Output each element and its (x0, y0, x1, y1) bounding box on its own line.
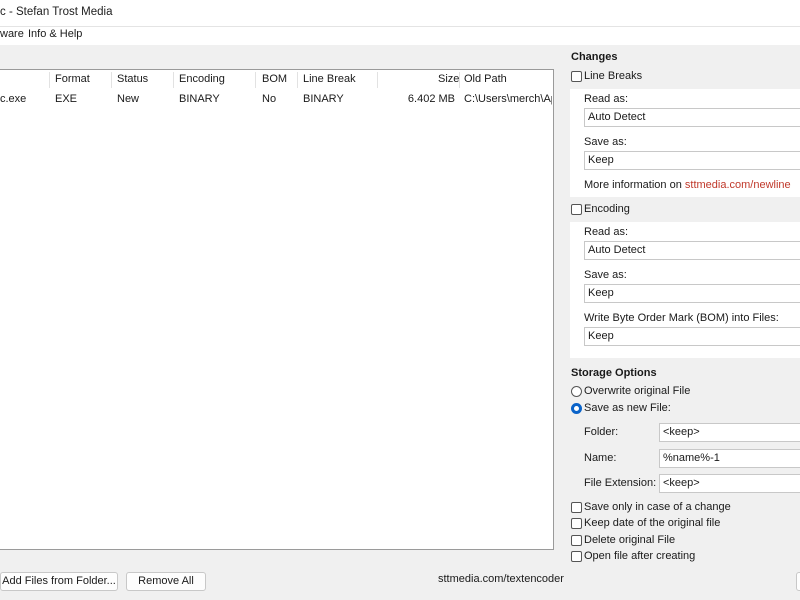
file-extension-input[interactable]: <keep> (659, 474, 800, 493)
newline-link[interactable]: sttmedia.com/newline (685, 179, 791, 191)
save-only-change-checkbox[interactable] (571, 502, 582, 513)
column-separator[interactable] (49, 72, 50, 88)
column-separator[interactable] (173, 72, 174, 88)
window-title: c - Stefan Trost Media (0, 6, 113, 18)
name-input[interactable]: %name%-1 (659, 449, 800, 468)
save-only-change-label[interactable]: Save only in case of a change (584, 501, 731, 513)
cell-status: New (117, 93, 140, 105)
cell-line-break: BINARY (303, 93, 344, 105)
save-new-label[interactable]: Save as new File: (584, 402, 671, 414)
action-button[interactable] (796, 572, 800, 591)
enc-save-as-label: Save as: (584, 269, 627, 281)
folder-label: Folder: (584, 426, 619, 438)
cell-name: c.exe (0, 93, 27, 105)
lb-save-as-label: Save as: (584, 136, 627, 148)
column-status[interactable]: Status (117, 73, 148, 85)
cell-size: 6.402 MB (407, 93, 455, 105)
delete-original-checkbox[interactable] (571, 535, 582, 546)
bom-select[interactable]: Keep (584, 327, 800, 346)
cell-old-path: C:\Users\merch\App (464, 93, 552, 105)
open-after-label[interactable]: Open file after creating (584, 550, 695, 562)
name-label: Name: (584, 452, 617, 464)
cell-encoding: BINARY (179, 93, 220, 105)
delete-original-label[interactable]: Delete original File (584, 534, 675, 546)
menu-bar: ware Info & Help (0, 27, 800, 45)
changes-title: Changes (571, 51, 618, 63)
overwrite-radio[interactable] (571, 386, 582, 397)
add-files-from-folder-button[interactable]: Add Files from Folder... (0, 572, 118, 591)
encoding-label[interactable]: Encoding (584, 203, 630, 215)
storage-options-title: Storage Options (571, 367, 657, 379)
column-bom[interactable]: BOM (262, 73, 287, 85)
column-line-break[interactable]: Line Break (303, 73, 356, 85)
keep-date-label[interactable]: Keep date of the original file (584, 517, 720, 529)
menu-info-help[interactable]: Info & Help (28, 28, 82, 40)
column-separator[interactable] (297, 72, 298, 88)
lb-more-info-text: More information on (584, 179, 682, 191)
open-after-checkbox[interactable] (571, 551, 582, 562)
file-list-header: Format Status Encoding BOM Line Break Si… (0, 70, 553, 90)
line-breaks-checkbox[interactable] (571, 71, 582, 82)
remove-all-button[interactable]: Remove All (126, 572, 206, 591)
column-encoding[interactable]: Encoding (179, 73, 225, 85)
column-old-path[interactable]: Old Path (464, 73, 507, 85)
table-row[interactable]: c.exe EXE New BINARY No BINARY 6.402 MB … (0, 91, 553, 108)
column-format[interactable]: Format (55, 73, 90, 85)
column-separator[interactable] (111, 72, 112, 88)
lb-read-as-select[interactable]: Auto Detect (584, 108, 800, 127)
lb-save-as-select[interactable]: Keep (584, 151, 800, 170)
encoding-checkbox[interactable] (571, 204, 582, 215)
menu-software[interactable]: ware (0, 28, 24, 40)
save-new-radio[interactable] (571, 403, 582, 414)
column-separator[interactable] (255, 72, 256, 88)
lb-read-as-label: Read as: (584, 93, 629, 105)
lb-more-info: More information on sttmedia.com/newline (584, 179, 791, 191)
file-list[interactable]: Format Status Encoding BOM Line Break Si… (0, 69, 554, 550)
overwrite-label[interactable]: Overwrite original File (584, 385, 690, 397)
website-link[interactable]: sttmedia.com/textencoder (438, 573, 564, 585)
file-extension-label: File Extension: (584, 477, 657, 489)
enc-save-as-select[interactable]: Keep (584, 284, 800, 303)
column-size[interactable]: Size (438, 73, 459, 85)
column-separator[interactable] (377, 72, 378, 88)
cell-bom: No (262, 93, 277, 105)
folder-input[interactable]: <keep> (659, 423, 800, 442)
enc-read-as-select[interactable]: Auto Detect (584, 241, 800, 260)
bom-label: Write Byte Order Mark (BOM) into Files: (584, 312, 779, 324)
column-separator[interactable] (459, 72, 460, 88)
title-bar: c - Stefan Trost Media (0, 0, 800, 27)
keep-date-checkbox[interactable] (571, 518, 582, 529)
cell-format: EXE (55, 93, 78, 105)
line-breaks-label[interactable]: Line Breaks (584, 70, 642, 82)
enc-read-as-label: Read as: (584, 226, 629, 238)
